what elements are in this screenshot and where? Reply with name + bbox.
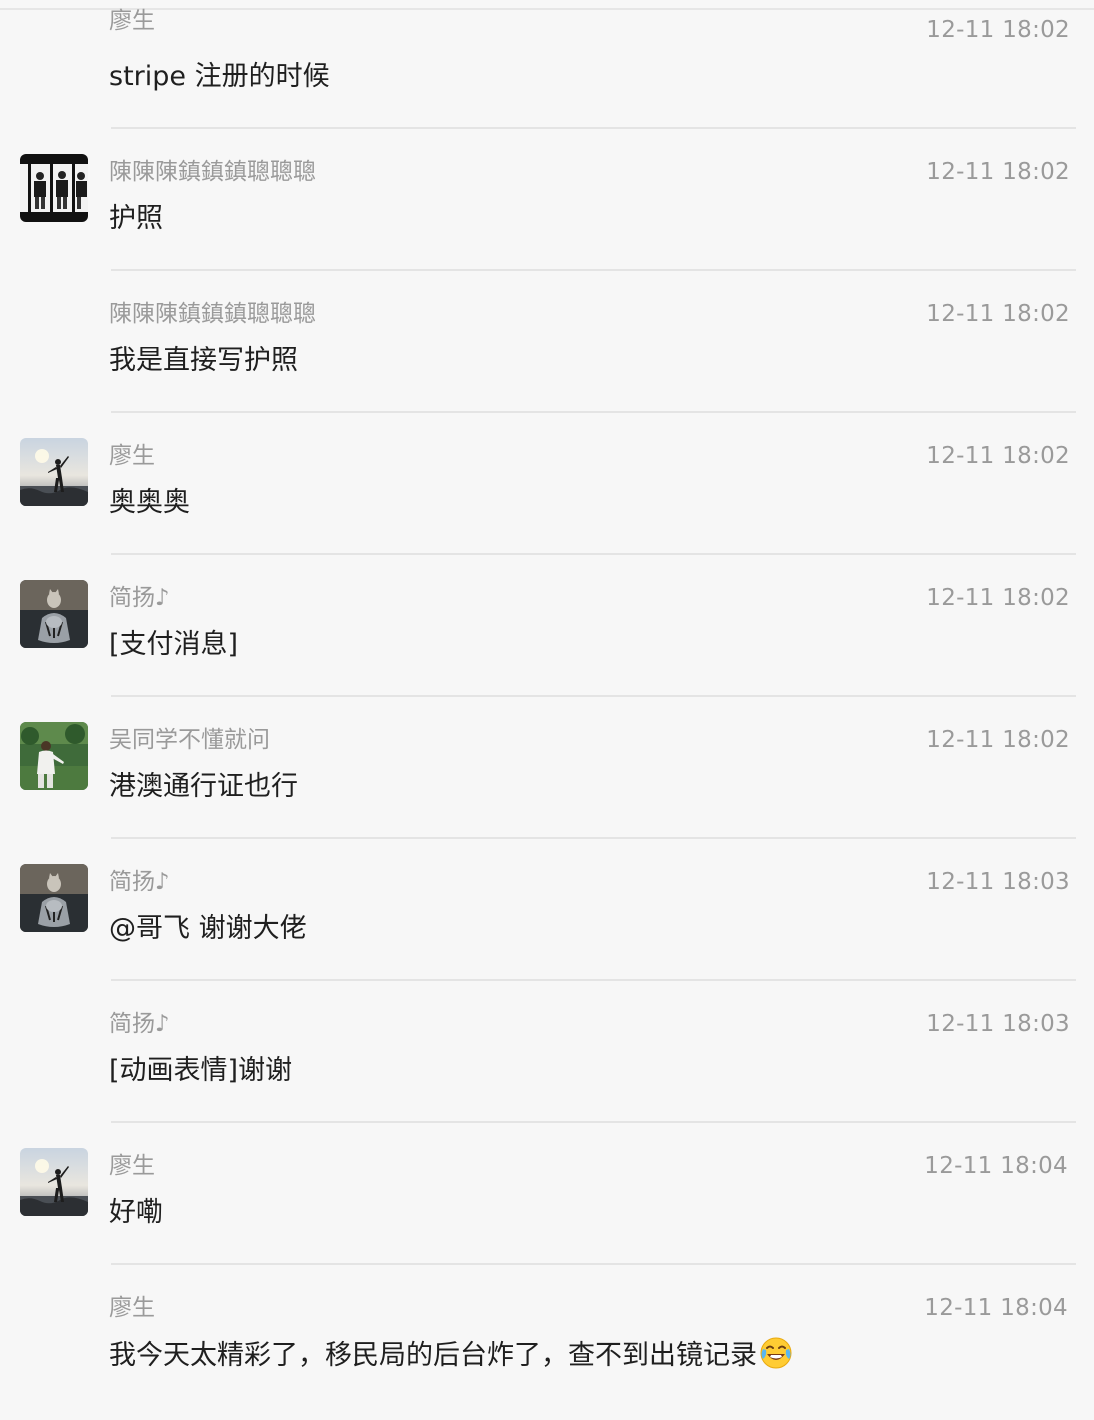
message-divider [111, 127, 1076, 129]
sender-name[interactable]: 陳陳陳鎮鎮鎮聰聰聰 [109, 156, 316, 188]
message-divider [111, 695, 1076, 697]
message-time: 12-11 18:02 [926, 585, 1070, 611]
message-divider [111, 1121, 1076, 1123]
message-text: stripe 注册的时候 [109, 61, 330, 92]
message-text: 好嘞 [109, 1197, 163, 1228]
sender-name[interactable]: 廖生 [109, 440, 155, 472]
sender-name[interactable]: 简扬♪ [109, 866, 170, 898]
message-text: @哥飞 谢谢大佬 [109, 913, 307, 944]
message-divider [111, 553, 1076, 555]
sender-name[interactable]: 吴同学不懂就问 [109, 724, 270, 756]
face-with-tears-of-joy-emoji [759, 1336, 793, 1381]
message-item[interactable]: 廖生 12-11 18:02 奥奥奥 [0, 426, 1094, 568]
message-divider [111, 269, 1076, 271]
message-time: 12-11 18:02 [926, 727, 1070, 753]
avatar-cat-tiger-reflection-photo[interactable] [20, 864, 88, 932]
message-item[interactable]: 廖生 12-11 18:02 stripe 注册的时候 [0, 0, 1094, 142]
sender-name[interactable]: 廖生 [109, 1150, 155, 1182]
message-time: 12-11 18:03 [926, 869, 1070, 895]
sender-name[interactable]: 陳陳陳鎮鎮鎮聰聰聰 [109, 298, 316, 330]
avatar-silhouette-sunset-photo[interactable] [20, 1148, 88, 1216]
message-text: [动画表情]谢谢 [109, 1055, 293, 1086]
message-item[interactable]: 廖生 12-11 18:04 我今天太精彩了，移民局的后台炸了，查不到出镜记录 [0, 1278, 1094, 1420]
message-text: 护照 [109, 203, 163, 234]
message-text: 我今天太精彩了，移民局的后台炸了，查不到出镜记录 [109, 1336, 793, 1381]
message-item[interactable]: 陳陳陳鎮鎮鎮聰聰聰 12-11 18:02 我是直接写护照 [0, 284, 1094, 426]
message-time: 12-11 18:02 [926, 301, 1070, 327]
avatar-cat-tiger-reflection-photo[interactable] [20, 580, 88, 648]
message-item[interactable]: 吴同学不懂就问 12-11 18:02 港澳通行证也行 [0, 710, 1094, 852]
message-item[interactable]: 简扬♪ 12-11 18:02 [支付消息] [0, 568, 1094, 710]
message-item[interactable]: 陳陳陳鎮鎮鎮聰聰聰 12-11 18:02 护照 [0, 142, 1094, 284]
message-divider [111, 979, 1076, 981]
message-text: [支付消息] [109, 629, 239, 660]
sender-name[interactable]: 简扬♪ [109, 1008, 170, 1040]
message-time: 12-11 18:04 [924, 1295, 1068, 1321]
message-time: 12-11 18:02 [926, 443, 1070, 469]
message-time: 12-11 18:04 [924, 1153, 1068, 1179]
message-item[interactable]: 简扬♪ 12-11 18:03 @哥飞 谢谢大佬 [0, 852, 1094, 994]
sender-name[interactable]: 廖生 [109, 5, 155, 37]
message-divider [111, 837, 1076, 839]
message-time: 12-11 18:02 [926, 17, 1070, 43]
avatar-three-people-photo[interactable] [20, 154, 88, 222]
message-divider [111, 1263, 1076, 1265]
sender-name[interactable]: 简扬♪ [109, 582, 170, 614]
sender-name[interactable]: 廖生 [109, 1292, 155, 1324]
message-text-content: 我今天太精彩了，移民局的后台炸了，查不到出镜记录 [109, 1340, 757, 1371]
message-divider [111, 411, 1076, 413]
message-time: 12-11 18:03 [926, 1011, 1070, 1037]
message-item[interactable]: 简扬♪ 12-11 18:03 [动画表情]谢谢 [0, 994, 1094, 1136]
message-text: 港澳通行证也行 [109, 771, 298, 802]
message-time: 12-11 18:02 [926, 159, 1070, 185]
message-text: 我是直接写护照 [109, 345, 298, 376]
message-item[interactable]: 廖生 12-11 18:04 好嘞 [0, 1136, 1094, 1278]
avatar-silhouette-sunset-photo[interactable] [20, 438, 88, 506]
message-text: 奥奥奥 [109, 487, 190, 518]
avatar-person-in-garden-photo[interactable] [20, 722, 88, 790]
